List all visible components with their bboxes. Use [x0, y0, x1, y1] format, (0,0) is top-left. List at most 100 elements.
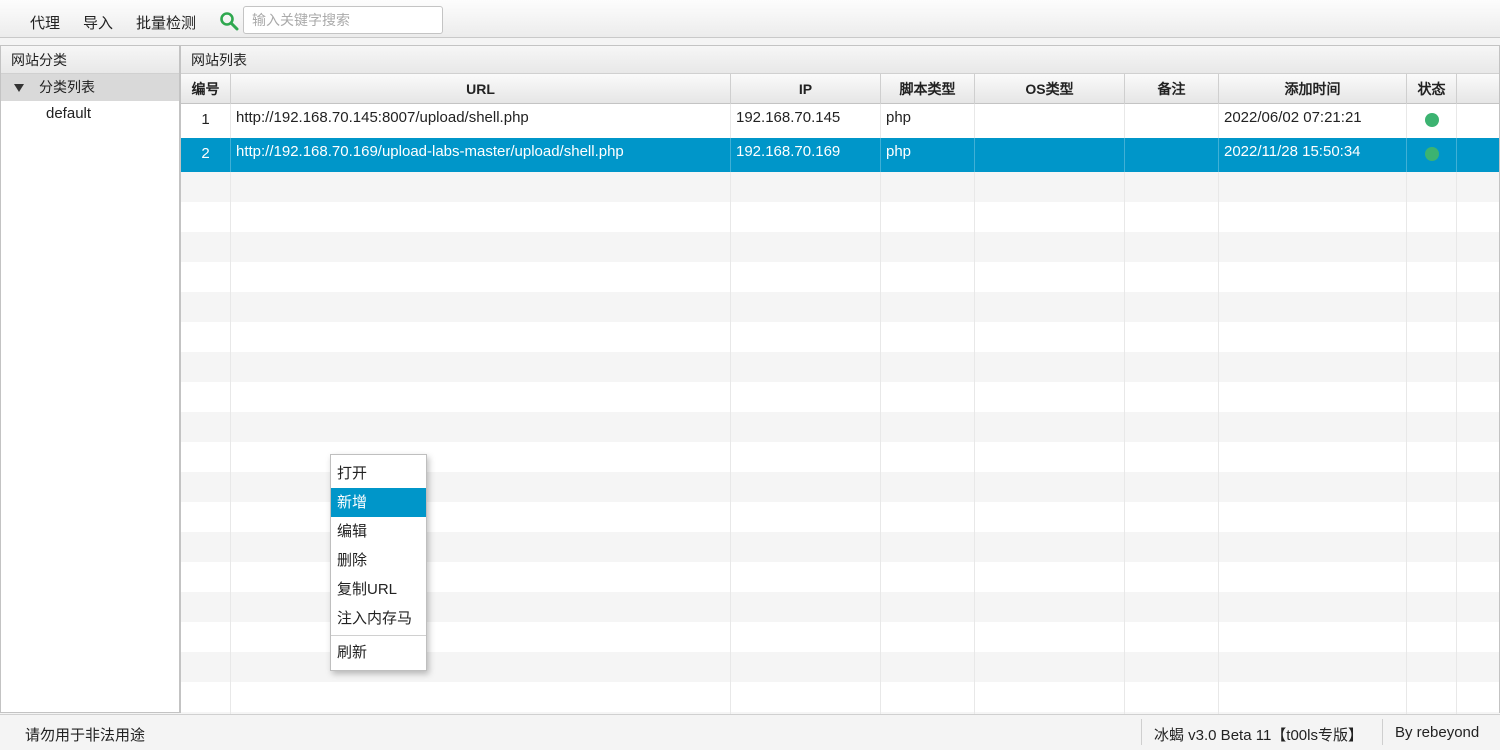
- empty-cell: [181, 232, 231, 262]
- empty-cell: [1219, 322, 1407, 352]
- empty-cell: [1457, 232, 1499, 262]
- menu-import[interactable]: 导入: [83, 12, 113, 33]
- empty-cell: [1125, 202, 1219, 232]
- context-menu-edit[interactable]: 编辑: [331, 517, 426, 546]
- expand-arrow-icon[interactable]: [14, 84, 24, 92]
- empty-cell: [1407, 562, 1457, 592]
- context-menu-add[interactable]: 新增: [331, 488, 426, 517]
- search-input[interactable]: [243, 6, 443, 34]
- context-menu: 打开 新增 编辑 删除 复制URL 注入内存马 刷新: [330, 454, 427, 671]
- cell-id: 2: [181, 138, 231, 172]
- empty-cell: [181, 412, 231, 442]
- empty-cell: [881, 592, 975, 622]
- search-icon[interactable]: [219, 11, 239, 31]
- column-header-ip[interactable]: IP: [731, 74, 881, 104]
- empty-cell: [881, 202, 975, 232]
- empty-cell: [731, 652, 881, 682]
- empty-cell: [1219, 532, 1407, 562]
- context-menu-open[interactable]: 打开: [331, 459, 426, 488]
- cell-note: [1125, 104, 1219, 138]
- empty-cell: [1125, 562, 1219, 592]
- menu-batch-check[interactable]: 批量检测: [136, 12, 196, 33]
- empty-cell: [1125, 472, 1219, 502]
- context-menu-refresh[interactable]: 刷新: [331, 638, 426, 667]
- empty-cell: [1219, 502, 1407, 532]
- empty-cell: [231, 592, 731, 622]
- empty-cell: [1125, 622, 1219, 652]
- empty-cell: [181, 352, 231, 382]
- column-header-url[interactable]: URL: [231, 74, 731, 104]
- status-version: 冰蝎 v3.0 Beta 11【t00ls专版】: [1154, 727, 1363, 744]
- empty-cell: [1125, 172, 1219, 202]
- tree-item-default[interactable]: default: [1, 101, 179, 127]
- table-row-empty: [181, 202, 1499, 232]
- empty-cell: [731, 592, 881, 622]
- empty-cell: [731, 232, 881, 262]
- site-list-title: 网站列表: [181, 46, 1499, 74]
- tree-root-category-list[interactable]: 分类列表: [1, 74, 179, 101]
- empty-cell: [231, 412, 731, 442]
- empty-cell: [1219, 292, 1407, 322]
- empty-cell: [731, 202, 881, 232]
- empty-cell: [1457, 562, 1499, 592]
- status-divider: [1141, 719, 1142, 745]
- empty-cell: [1125, 412, 1219, 442]
- category-panel: 网站分类 分类列表 default: [0, 45, 180, 713]
- empty-cell: [975, 652, 1125, 682]
- column-header-os-type[interactable]: OS类型: [975, 74, 1125, 104]
- empty-cell: [731, 472, 881, 502]
- empty-cell: [181, 322, 231, 352]
- column-header-script-type[interactable]: 脚本类型: [881, 74, 975, 104]
- empty-cell: [975, 352, 1125, 382]
- empty-cell: [881, 412, 975, 442]
- menu-proxy[interactable]: 代理: [30, 12, 60, 33]
- empty-cell: [1407, 202, 1457, 232]
- empty-cell: [881, 502, 975, 532]
- empty-cell: [975, 622, 1125, 652]
- context-menu-copy-url[interactable]: 复制URL: [331, 575, 426, 604]
- empty-cell: [881, 652, 975, 682]
- context-menu-delete[interactable]: 删除: [331, 546, 426, 575]
- table-row-empty: [181, 382, 1499, 412]
- empty-cell: [731, 172, 881, 202]
- empty-cell: [881, 292, 975, 322]
- empty-cell: [1457, 592, 1499, 622]
- empty-cell: [181, 532, 231, 562]
- table-row-selected[interactable]: 2 http://192.168.70.169/upload-labs-mast…: [181, 138, 1499, 172]
- empty-cell: [881, 382, 975, 412]
- column-header-added-time[interactable]: 添加时间: [1219, 74, 1407, 104]
- empty-cell: [881, 682, 975, 712]
- empty-cell: [231, 202, 731, 232]
- empty-cell: [1407, 652, 1457, 682]
- empty-cell: [975, 562, 1125, 592]
- empty-cell: [1407, 412, 1457, 442]
- empty-cell: [181, 202, 231, 232]
- column-header-id[interactable]: 编号: [181, 74, 231, 104]
- table-row[interactable]: 1 http://192.168.70.145:8007/upload/shel…: [181, 104, 1499, 138]
- empty-cell: [975, 682, 1125, 712]
- empty-cell: [881, 262, 975, 292]
- empty-cell: [231, 322, 731, 352]
- empty-cell: [731, 292, 881, 322]
- status-online-icon: [1424, 113, 1439, 127]
- empty-cell: [881, 562, 975, 592]
- empty-cell: [181, 682, 231, 712]
- empty-cell: [231, 172, 731, 202]
- empty-cell: [975, 412, 1125, 442]
- empty-cell: [1407, 352, 1457, 382]
- column-header-status[interactable]: 状态: [1407, 74, 1457, 104]
- status-author: By rebeyond: [1395, 724, 1480, 741]
- empty-cell: [731, 412, 881, 442]
- empty-cell: [975, 232, 1125, 262]
- empty-cell: [1407, 622, 1457, 652]
- cell-added-time: 2022/06/02 07:21:21: [1219, 104, 1407, 138]
- cell-id: 1: [181, 104, 231, 138]
- empty-cell: [231, 652, 731, 682]
- empty-cell: [1457, 652, 1499, 682]
- empty-cell: [1457, 172, 1499, 202]
- context-menu-inject-memshell[interactable]: 注入内存马: [331, 604, 426, 633]
- column-header-note[interactable]: 备注: [1125, 74, 1219, 104]
- empty-cell: [1457, 322, 1499, 352]
- empty-cell: [1125, 682, 1219, 712]
- empty-cell: [1125, 442, 1219, 472]
